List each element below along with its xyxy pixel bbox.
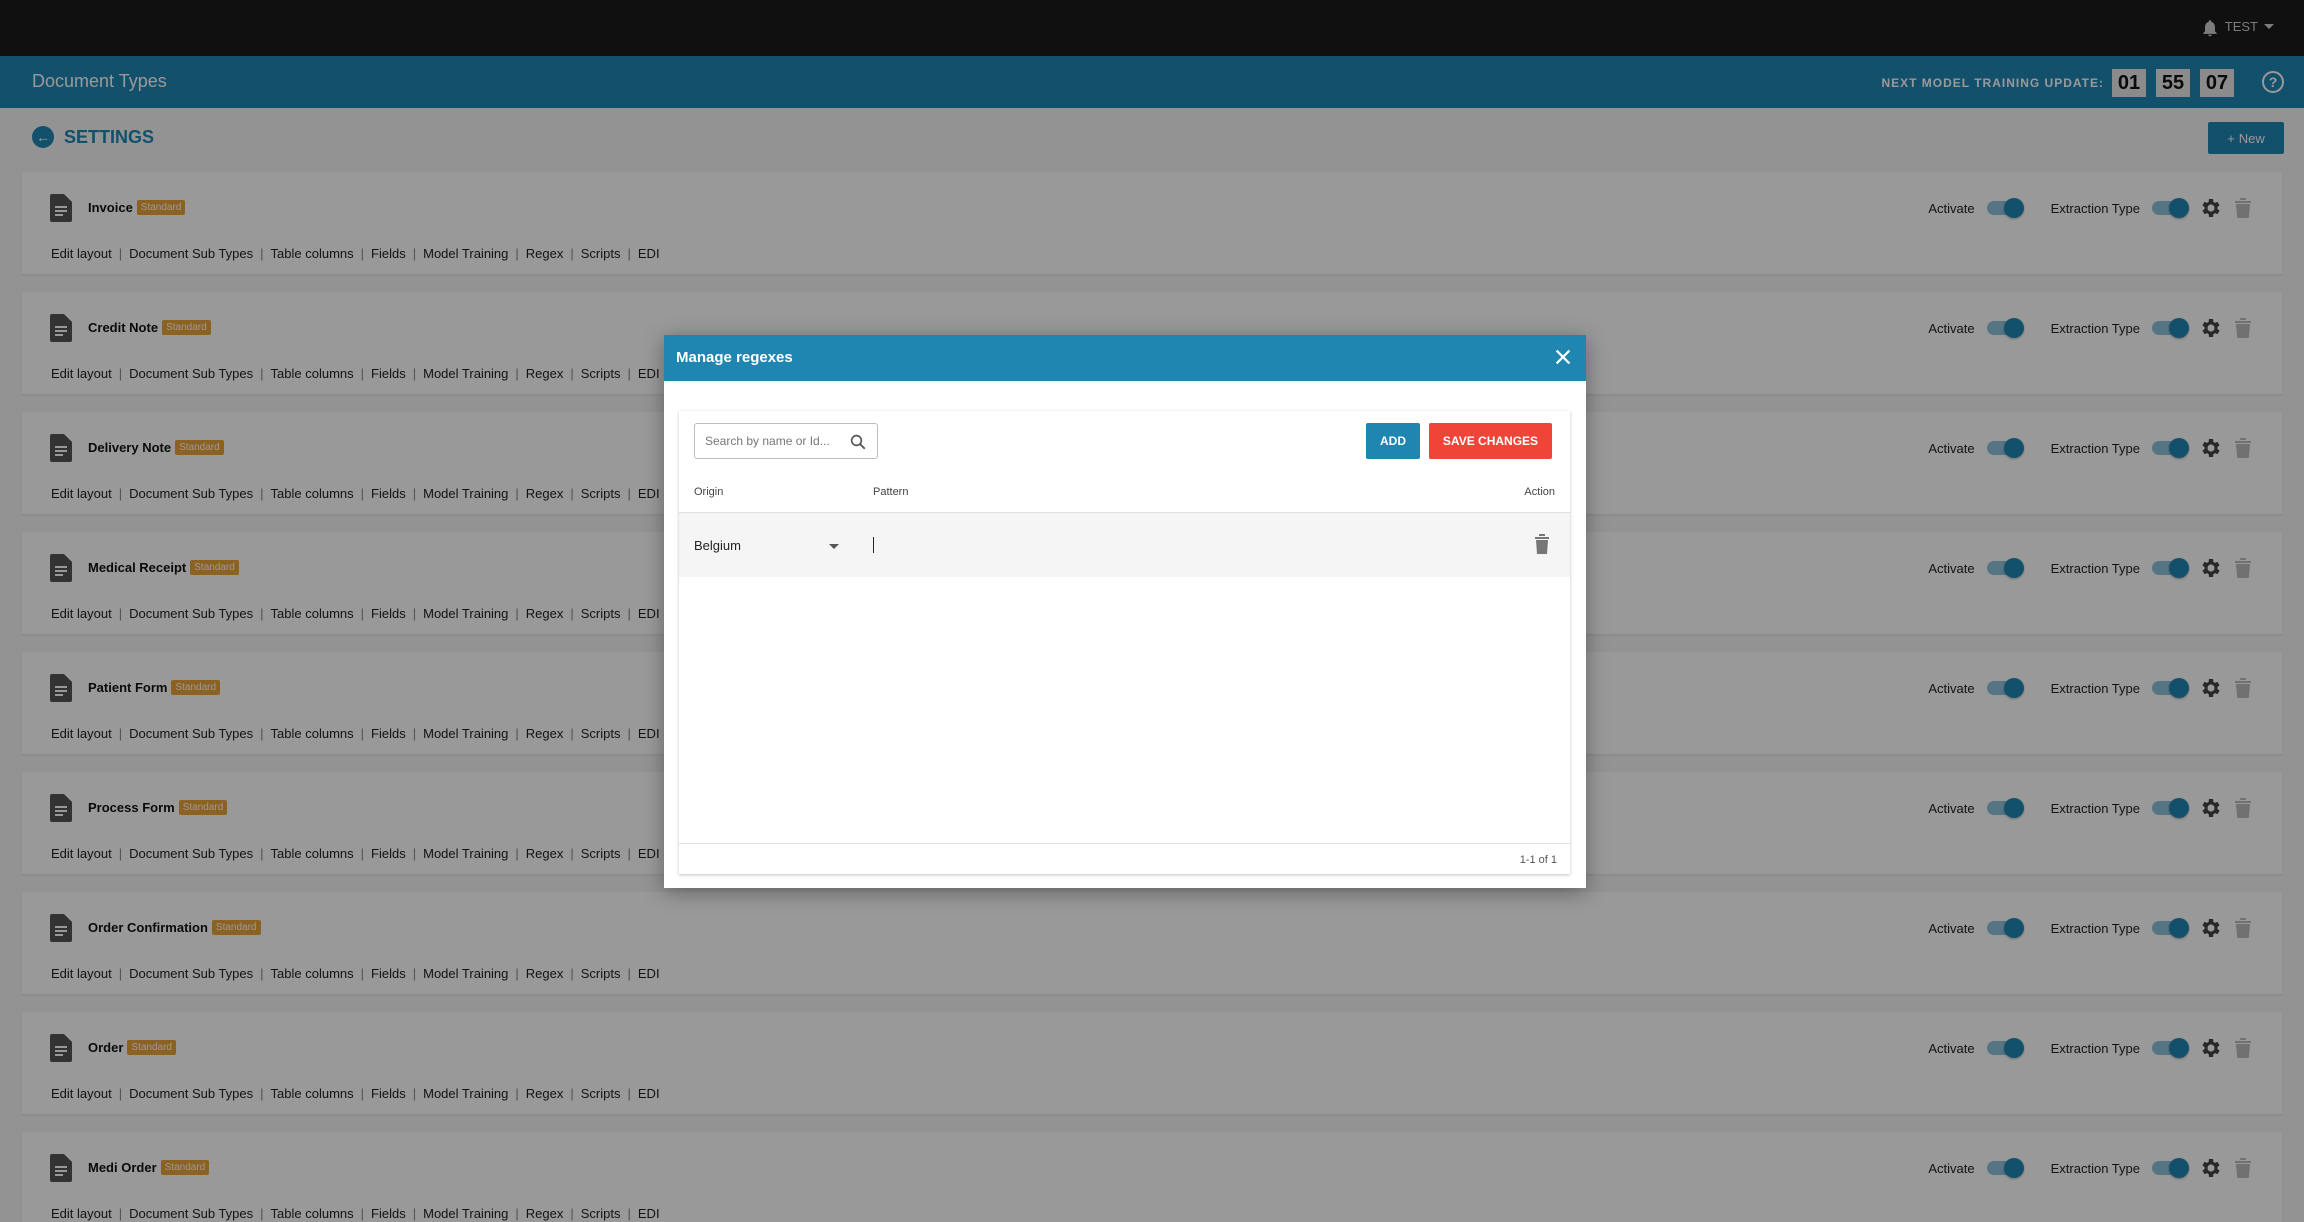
close-icon[interactable]	[1552, 346, 1574, 368]
trash-icon[interactable]	[1534, 534, 1550, 554]
column-header-pattern[interactable]: Pattern	[873, 486, 908, 498]
table-row: Belgium	[679, 513, 1570, 577]
text-cursor	[873, 537, 874, 553]
dialog-title: Manage regexes	[676, 349, 793, 366]
manage-regexes-dialog: Manage regexes ADD SAVE CHANGES Origin P…	[664, 335, 1586, 888]
search-input[interactable]	[705, 434, 845, 448]
chevron-down-icon[interactable]	[829, 544, 839, 549]
origin-select[interactable]: Belgium	[694, 538, 741, 553]
add-button[interactable]: ADD	[1366, 423, 1420, 459]
search-icon[interactable]	[849, 433, 867, 451]
column-header-origin[interactable]: Origin	[694, 486, 723, 498]
pagination-info: 1-1 of 1	[1519, 854, 1557, 866]
divider	[679, 843, 1570, 844]
pattern-input[interactable]	[873, 535, 1473, 555]
search-field[interactable]	[694, 423, 878, 459]
regex-table-panel: ADD SAVE CHANGES Origin Pattern Action B…	[679, 411, 1570, 874]
dialog-header: Manage regexes	[664, 335, 1586, 381]
save-changes-button[interactable]: SAVE CHANGES	[1429, 423, 1552, 459]
column-header-action: Action	[1524, 486, 1555, 498]
